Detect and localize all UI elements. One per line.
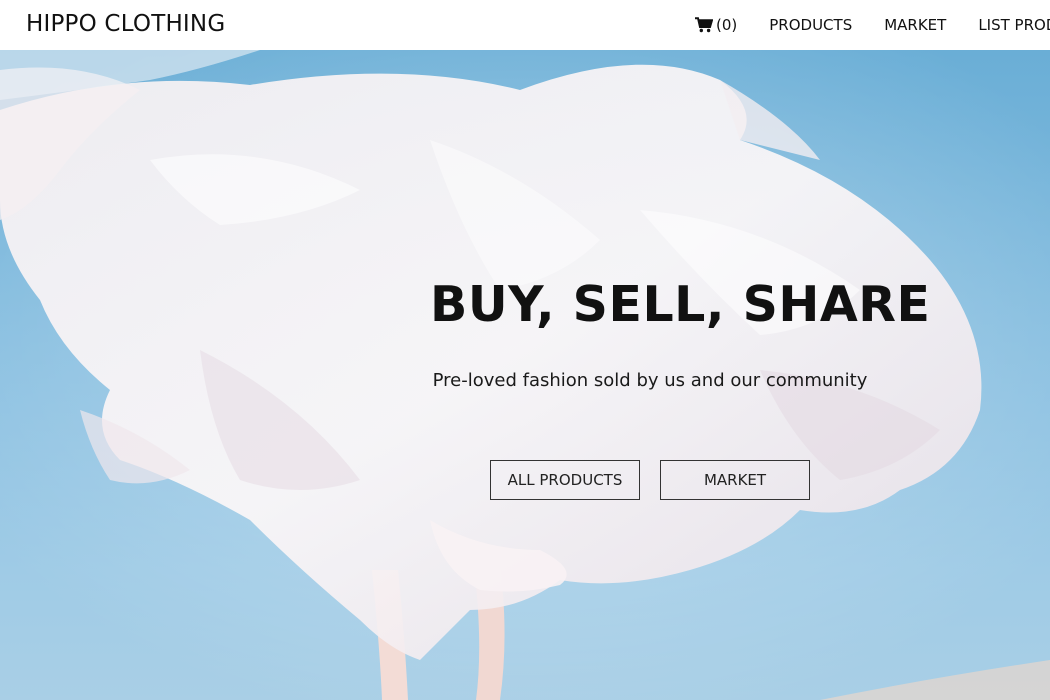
nav-products-link[interactable]: PRODUCTS: [769, 16, 852, 34]
market-button[interactable]: MARKET: [660, 460, 810, 500]
brand-logo[interactable]: HIPPO CLOTHING: [26, 11, 225, 37]
nav-list-products-link[interactable]: LIST PROD: [978, 16, 1050, 34]
hero-title: BUY, SELL, SHARE: [430, 276, 931, 333]
shopping-cart-icon: [695, 17, 713, 33]
cart-count: (0): [716, 16, 738, 34]
cart-link[interactable]: (0): [695, 16, 737, 34]
nav-menu: (0) PRODUCTS MARKET LIST PROD: [695, 16, 1050, 34]
hero-subtitle: Pre-loved fashion sold by us and our com…: [432, 370, 868, 391]
navbar: HIPPO CLOTHING (0) PRODUCTS MARKET LIST …: [0, 0, 1050, 50]
nav-market-link[interactable]: MARKET: [884, 16, 946, 34]
hero-banner: BUY, SELL, SHARE Pre-loved fashion sold …: [0, 50, 1050, 700]
all-products-button[interactable]: ALL PRODUCTS: [490, 460, 640, 500]
